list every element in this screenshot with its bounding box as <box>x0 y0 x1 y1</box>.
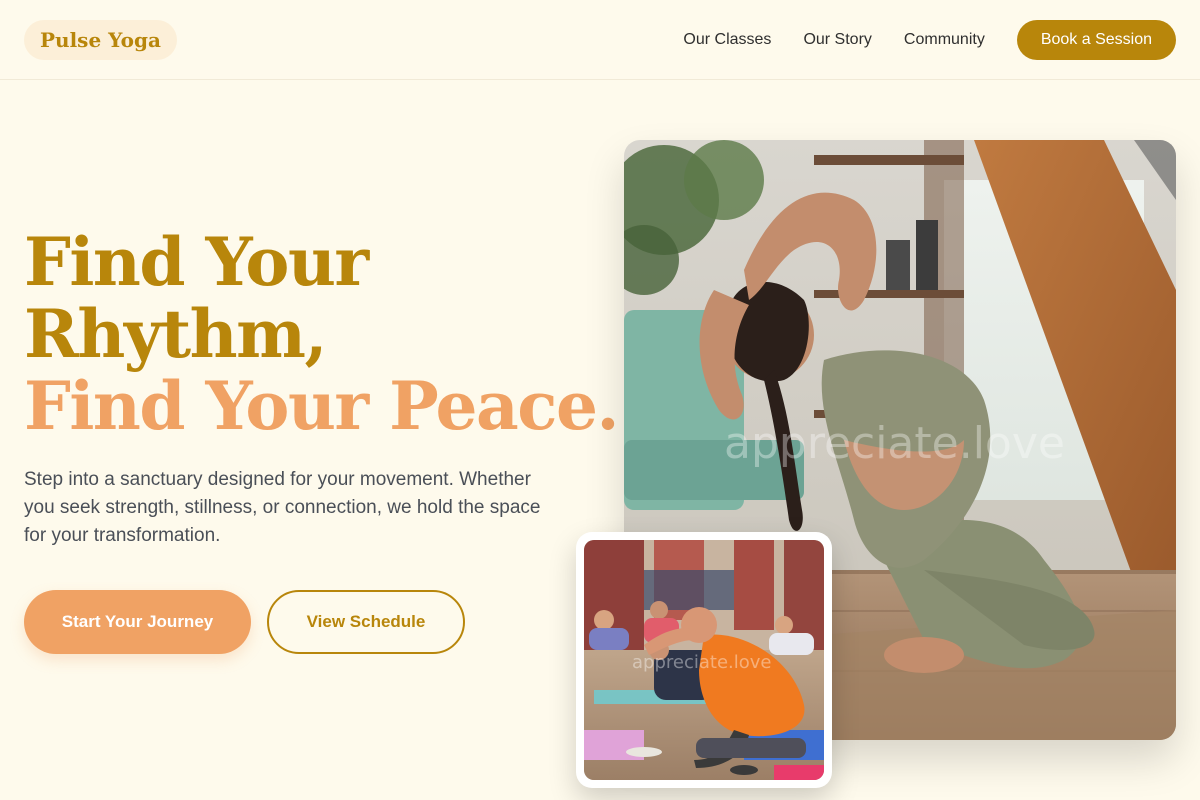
main-watermark: appreciate.love <box>724 418 1065 469</box>
nav-link-community[interactable]: Community <box>904 31 985 49</box>
start-journey-button[interactable]: Start Your Journey <box>24 590 251 654</box>
hero-description: Step into a sanctuary designed for your … <box>24 469 541 546</box>
site-header: Pulse Yoga Our Classes Our Story Communi… <box>0 0 1200 80</box>
hero-title-line-2: Rhythm, <box>24 295 327 373</box>
main-nav: Our Classes Our Story Community Book a S… <box>683 20 1176 60</box>
view-schedule-button[interactable]: View Schedule <box>267 590 465 654</box>
hero-title: Find Your Rhythm, Find Your Peace. <box>24 223 619 445</box>
brand-logo[interactable]: Pulse Yoga <box>24 20 177 60</box>
book-session-button[interactable]: Book a Session <box>1016 20 1176 60</box>
nav-link-our-classes[interactable]: Our Classes <box>683 31 771 49</box>
hero-title-line-3: Find Your Peace. <box>24 367 619 445</box>
nav-link-our-story[interactable]: Our Story <box>803 31 871 49</box>
hero-title-line-1: Find Your <box>24 223 369 301</box>
group-class-illustration: appreciate.love <box>584 540 824 780</box>
class-photo: appreciate.love <box>584 540 824 780</box>
class-photo-card: appreciate.love <box>576 532 832 788</box>
thumb-watermark: appreciate.love <box>632 652 771 673</box>
